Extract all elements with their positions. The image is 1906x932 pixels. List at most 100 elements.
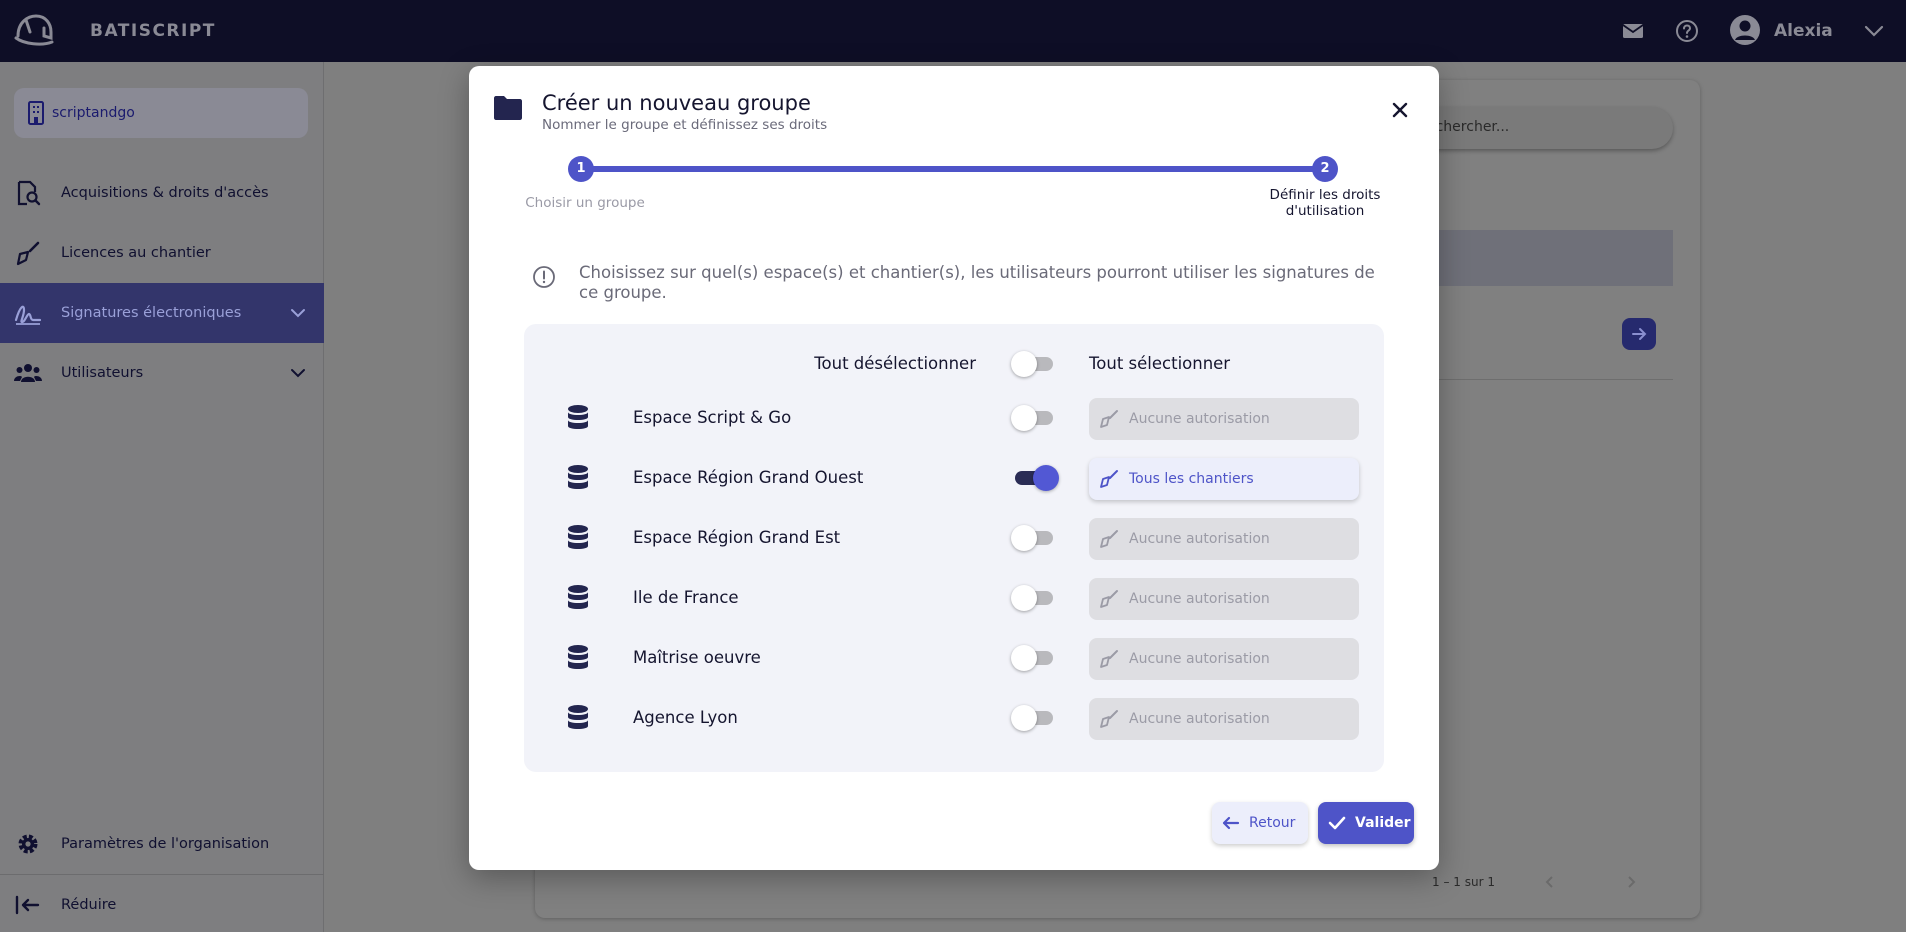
toggle-knob [1011, 405, 1037, 431]
organization-selector[interactable]: scriptandgo [14, 88, 308, 138]
brand-name: BATISCRIPT [90, 21, 216, 41]
toggle-knob [1011, 705, 1037, 731]
avatar-icon[interactable] [1729, 14, 1761, 46]
sidebar-item-label: Acquisitions & droits d'accès [61, 185, 269, 201]
background-arrow-button [1622, 318, 1656, 350]
trowel-icon [1100, 590, 1118, 608]
modal-title: Créer un nouveau groupe [542, 91, 811, 115]
sidebar-item-acquisitions[interactable]: Acquisitions & droits d'accès [0, 163, 324, 223]
deselect-all-label[interactable]: Tout désélectionner [524, 354, 976, 373]
permission-selector[interactable]: Aucune autorisation [1089, 698, 1359, 740]
sidebar-item-label: Réduire [61, 897, 117, 913]
sidebar-item-licences[interactable]: Licences au chantier [0, 223, 324, 283]
permission-label: Aucune autorisation [1129, 651, 1270, 667]
info-text: Choisissez sur quel(s) espace(s) et chan… [579, 263, 1375, 302]
trowel-icon [1100, 470, 1118, 488]
hard-hat-logo-icon [14, 14, 54, 46]
permission-selector[interactable]: Aucune autorisation [1089, 578, 1359, 620]
space-name: Maîtrise oeuvre [633, 648, 761, 667]
stepper-progress [581, 166, 1325, 172]
validate-button-label: Valider [1355, 815, 1411, 831]
permission-selector[interactable]: Aucune autorisation [1089, 518, 1359, 560]
signature-icon [14, 305, 42, 325]
select-all-label[interactable]: Tout sélectionner [1089, 354, 1230, 373]
space-row: Espace Région Grand Ouest Tous les chanti… [524, 449, 1384, 509]
toggle-knob [1011, 525, 1037, 551]
mail-icon[interactable] [1621, 19, 1645, 43]
permission-label: Aucune autorisation [1129, 591, 1270, 607]
sidebar-item-label: Licences au chantier [61, 245, 211, 261]
space-name: Agence Lyon [633, 708, 738, 727]
permission-selector[interactable]: Aucune autorisation [1089, 398, 1359, 440]
sidebar: scriptandgo Acquisitions & droits d'accè… [0, 62, 324, 932]
check-icon [1328, 816, 1346, 830]
database-icon [568, 465, 588, 489]
space-row: Agence Lyon Aucune autorisation [524, 689, 1384, 749]
top-bar: BATISCRIPT Alexia [0, 0, 1906, 62]
users-icon [14, 364, 42, 382]
space-name: Espace Région Grand Est [633, 528, 841, 547]
permission-selector[interactable]: Aucune autorisation [1089, 638, 1359, 680]
database-icon [568, 525, 588, 549]
trowel-icon [1100, 650, 1118, 668]
sidebar-item-label: Paramètres de l'organisation [61, 836, 270, 852]
trowel-icon [1100, 710, 1118, 728]
database-icon [568, 585, 588, 609]
sidebar-item-signatures[interactable]: Signatures électroniques [0, 283, 324, 343]
chevron-right-icon [1628, 876, 1636, 888]
document-search-icon [17, 180, 41, 206]
arrow-left-icon [1222, 816, 1240, 830]
toggle-knob [1011, 585, 1037, 611]
collapse-arrow-icon [15, 895, 40, 915]
close-icon[interactable] [1389, 99, 1411, 121]
space-toggle[interactable] [1011, 463, 1059, 493]
toggle-knob [1011, 351, 1037, 377]
back-button-label: Retour [1249, 815, 1296, 831]
chevron-down-icon[interactable] [290, 306, 306, 320]
space-name: Ile de France [633, 588, 739, 607]
toggle-knob [1011, 645, 1037, 671]
create-group-modal: Créer un nouveau groupe Nommer le groupe… [469, 66, 1439, 870]
select-all-toggle[interactable] [1011, 349, 1057, 379]
spaces-panel: Tout désélectionner Tout sélectionner Es… [524, 324, 1384, 772]
validate-button[interactable]: Valider [1318, 802, 1414, 844]
folder-icon [494, 96, 522, 120]
space-row: Maîtrise oeuvre Aucune autorisation [524, 629, 1384, 689]
modal-subtitle: Nommer le groupe et définissez ses droit… [542, 117, 828, 133]
step-1-label: Choisir un groupe [525, 195, 645, 211]
space-toggle[interactable] [1011, 583, 1057, 613]
info-icon [533, 266, 555, 288]
background-pagination: 1 – 1 sur 1 [1432, 875, 1495, 889]
space-toggle[interactable] [1011, 403, 1057, 433]
help-icon[interactable] [1675, 19, 1699, 43]
chevron-down-icon[interactable] [1863, 22, 1885, 40]
space-row: Espace Région Grand Est Aucune autorisati… [524, 509, 1384, 569]
gear-icon [18, 834, 38, 854]
sidebar-item-settings[interactable]: Paramètres de l'organisation [0, 814, 324, 874]
back-button[interactable]: Retour [1212, 802, 1308, 844]
step-1-dot[interactable]: 1 [568, 156, 594, 182]
space-name: Espace Région Grand Ouest [633, 468, 864, 487]
building-icon [28, 101, 44, 125]
background-search: echercher... [1405, 107, 1673, 149]
background-search-placeholder: echercher... [1427, 119, 1510, 135]
trowel-icon [16, 241, 40, 266]
space-toggle[interactable] [1011, 703, 1057, 733]
toggle-knob [1033, 465, 1059, 491]
space-toggle[interactable] [1011, 643, 1057, 673]
trowel-icon [1100, 530, 1118, 548]
sidebar-collapse[interactable]: Réduire [0, 875, 324, 932]
arrow-right-icon [1632, 328, 1647, 340]
permission-label: Aucune autorisation [1129, 531, 1270, 547]
chevron-down-icon[interactable] [290, 366, 306, 380]
space-name: Espace Script & Go [633, 408, 792, 427]
space-toggle[interactable] [1011, 523, 1057, 553]
sidebar-item-users[interactable]: Utilisateurs [0, 343, 324, 403]
permission-label: Aucune autorisation [1129, 411, 1270, 427]
chevron-left-icon [1545, 876, 1553, 888]
permission-label: Aucune autorisation [1129, 711, 1270, 727]
username[interactable]: Alexia [1774, 21, 1833, 41]
database-icon [568, 705, 588, 729]
sidebar-item-label: Utilisateurs [61, 365, 144, 381]
permission-selector[interactable]: Tous les chantiers [1089, 458, 1359, 500]
